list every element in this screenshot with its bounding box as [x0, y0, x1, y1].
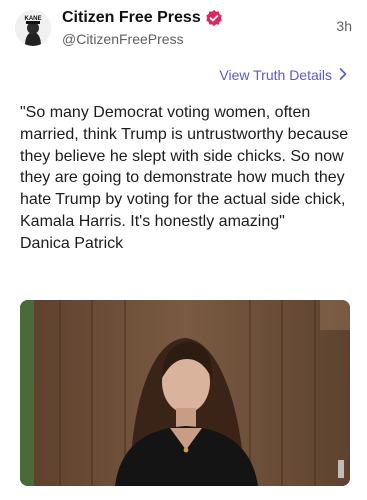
- truth-post: KANE Citizen Free Press @CitizenFreePres…: [0, 0, 367, 500]
- author-name[interactable]: Citizen Free Press: [62, 8, 201, 28]
- verified-badge-icon: [205, 9, 222, 27]
- post-timestamp: 3h: [336, 18, 352, 34]
- chevron-right-icon: [339, 68, 347, 82]
- avatar[interactable]: KANE: [15, 10, 51, 46]
- view-truth-details-link[interactable]: View Truth Details: [219, 67, 347, 83]
- view-truth-details-label[interactable]: View Truth Details: [219, 67, 332, 83]
- post-video-thumbnail[interactable]: [20, 300, 350, 486]
- avatar-logo-text: KANE: [24, 16, 41, 22]
- author-block: Citizen Free Press @CitizenFreePress: [62, 8, 223, 48]
- post-body-text: "So many Democrat voting women, often ma…: [20, 104, 349, 252]
- author-handle[interactable]: @CitizenFreePress: [62, 30, 223, 48]
- author-name-row: Citizen Free Press: [62, 8, 223, 28]
